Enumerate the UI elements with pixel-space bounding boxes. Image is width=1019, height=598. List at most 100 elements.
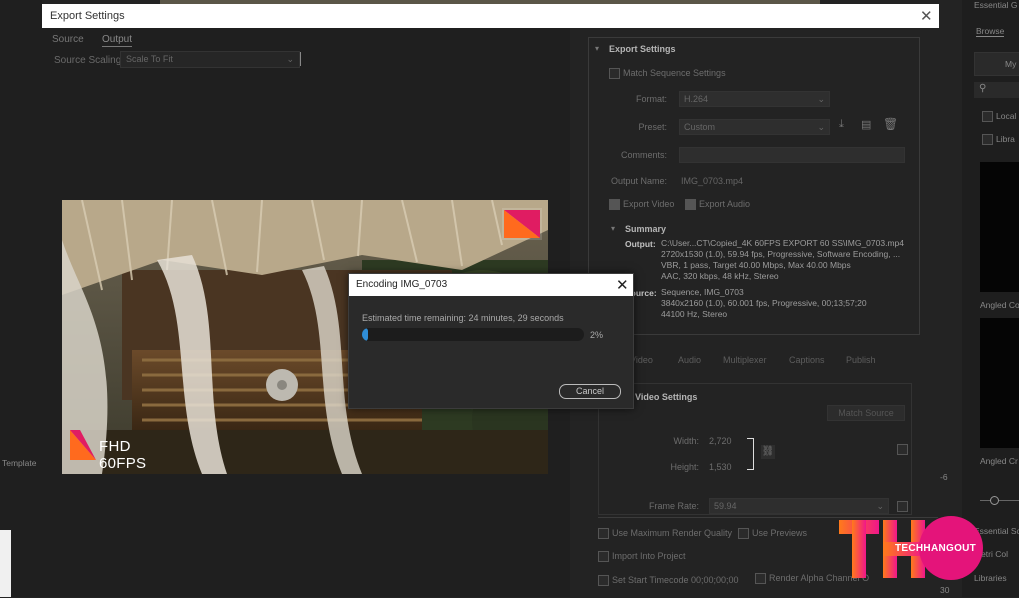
frame-rate-checkbox[interactable] (897, 501, 908, 512)
tab-audio[interactable]: Audio (678, 355, 701, 365)
source-scaling-select[interactable]: Scale To Fit ⌄ (120, 51, 300, 68)
local-checkbox[interactable] (982, 111, 993, 122)
start-timecode-value[interactable]: 00;00;00;00 (691, 575, 739, 585)
fhd-logo-icon (70, 430, 96, 460)
meter-tick: 30 (940, 585, 950, 595)
my-templates-button[interactable]: My (974, 52, 1019, 76)
template-name: Angled Cr (980, 456, 1018, 466)
import-preset-icon[interactable]: ▤ (861, 118, 871, 131)
meter-tick: -6 (940, 472, 948, 482)
settings-tabs: Video Audio Multiplexer Captions Publish (588, 353, 939, 369)
collapse-icon[interactable]: ▾ (595, 44, 599, 53)
chevron-down-icon: ⌄ (817, 94, 825, 104)
encoding-progress-bar (362, 328, 584, 341)
encoding-title: Encoding IMG_0703 (356, 279, 448, 290)
progress-percent: 2% (590, 330, 604, 340)
summary-source-line: 3840x2160 (1.0), 60.001 fps, Progressive… (661, 298, 867, 308)
start-timecode-label: Set Start Timecode (612, 575, 689, 585)
template-label: Template (2, 458, 37, 468)
max-render-quality-label: Use Maximum Render Quality (612, 528, 733, 538)
format-label: Format: (635, 94, 667, 104)
import-into-project-label: Import Into Project (612, 551, 686, 561)
export-settings-header: Export Settings (609, 44, 676, 54)
essential-graphics-title: Essential G (974, 0, 1018, 10)
summary-source-line: 44100 Hz, Stereo (661, 309, 728, 319)
template-thumb[interactable] (980, 318, 1019, 448)
left-app-panel: Template (0, 0, 42, 597)
frame-rate-label: Frame Rate: (648, 501, 699, 511)
tab-publish[interactable]: Publish (846, 355, 876, 365)
preset-select[interactable]: Custom ⌄ (679, 119, 830, 135)
delete-preset-icon[interactable]: 🗑 (883, 117, 898, 131)
search-field[interactable]: ⚲ (974, 82, 1019, 98)
dialog-titlebar: Export Settings ✕ (42, 4, 939, 28)
start-timecode-checkbox[interactable] (598, 575, 609, 586)
libraries-checkbox[interactable] (982, 134, 993, 145)
export-audio-checkbox[interactable] (685, 199, 696, 210)
max-render-quality-checkbox[interactable] (598, 528, 609, 539)
techhangout-watermark: TECHHANGOUT (839, 516, 989, 580)
export-video-label: Export Video (623, 199, 675, 209)
match-sequence-label: Match Sequence Settings (623, 68, 726, 78)
match-source-button[interactable]: Match Source (827, 405, 905, 421)
template-name: Angled Co (980, 300, 1019, 310)
width-height-checkbox[interactable] (897, 444, 908, 455)
frame-rate-select[interactable]: 59.94 ⌄ (709, 498, 889, 514)
summary-header: Summary (625, 224, 667, 234)
close-icon[interactable]: ✕ (616, 276, 629, 294)
chevron-down-icon: ⌄ (286, 54, 294, 64)
tab-output[interactable]: Output (102, 34, 133, 47)
height-label: Height: (670, 462, 699, 472)
width-label: Width: (673, 436, 699, 446)
thumbnail (0, 530, 11, 597)
panel-divider (300, 52, 301, 66)
height-value[interactable]: 1,530 (709, 462, 732, 472)
template-thumb[interactable] (980, 162, 1019, 292)
encoding-titlebar: Encoding IMG_0703 ✕ (349, 274, 633, 296)
tab-multiplexer[interactable]: Multiplexer (723, 355, 767, 365)
output-name-link[interactable]: IMG_0703.mp4 (681, 176, 743, 186)
export-audio-label: Export Audio (699, 199, 751, 209)
close-icon[interactable]: ✕ (920, 7, 933, 25)
match-sequence-checkbox[interactable] (609, 68, 620, 79)
summary-source-line: Sequence, IMG_0703 (661, 287, 744, 297)
format-select[interactable]: H.264 ⌄ (679, 91, 830, 107)
width-value[interactable]: 2,720 (709, 436, 732, 446)
cancel-button[interactable]: Cancel (559, 384, 621, 399)
export-video-checkbox[interactable] (609, 199, 620, 210)
collapse-icon[interactable]: ▾ (611, 224, 615, 233)
save-preset-icon[interactable]: ⤓ (839, 118, 844, 131)
zoom-slider-handle[interactable] (990, 496, 999, 505)
watermark-text: TECHHANGOUT (895, 543, 977, 554)
dialog-title: Export Settings (50, 10, 125, 22)
chain-link-icon[interactable]: ⛓ (761, 445, 775, 459)
encoding-dialog: Encoding IMG_0703 ✕ Estimated time remai… (348, 273, 634, 409)
local-label: Local (996, 111, 1017, 121)
render-alpha-checkbox[interactable] (755, 573, 766, 584)
fhd-badge: FHD 60FPS (68, 428, 178, 472)
import-into-project-checkbox[interactable] (598, 551, 609, 562)
fhd-label: FHD 60FPS (99, 438, 147, 472)
chevron-down-icon: ⌄ (817, 122, 825, 132)
video-settings-section: ▾ Video Settings Match Source Width: 2,7… (598, 383, 912, 515)
export-settings-section: ▾ Export Settings Match Sequence Setting… (588, 37, 920, 335)
zoom-slider[interactable] (980, 500, 1019, 501)
preset-label: Preset: (638, 122, 667, 132)
use-previews-checkbox[interactable] (738, 528, 749, 539)
progress-fill (362, 328, 368, 341)
comments-label: Comments: (620, 150, 667, 160)
tab-captions[interactable]: Captions (789, 355, 825, 365)
summary-output-line: VBR, 1 pass, Target 40.00 Mbps, Max 40.0… (661, 260, 851, 270)
summary-output-label: Output: (625, 239, 656, 249)
summary-output-line: 2720x1530 (1.0), 59.94 fps, Progressive,… (661, 249, 901, 259)
tab-source[interactable]: Source (52, 34, 84, 45)
search-icon: ⚲ (979, 83, 987, 94)
video-settings-header: Video Settings (635, 392, 698, 402)
libraries-label: Libra (996, 134, 1015, 144)
link-bracket (747, 438, 754, 470)
chevron-down-icon: ⌄ (876, 501, 884, 511)
tab-browse[interactable]: Browse (976, 26, 1005, 37)
source-scaling-label: Source Scaling: (54, 55, 125, 66)
comments-field[interactable] (679, 147, 905, 163)
use-previews-label: Use Previews (752, 528, 808, 538)
